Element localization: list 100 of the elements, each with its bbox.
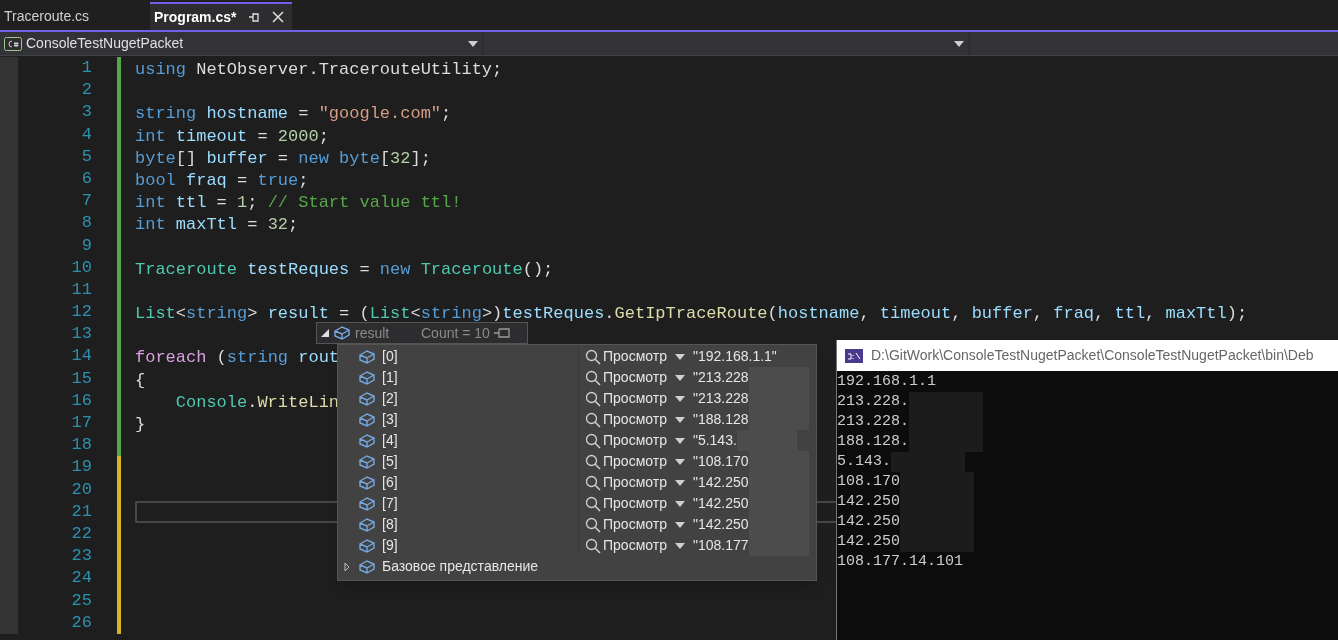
visualizer-link[interactable]: Просмотр: [603, 535, 667, 556]
dropdown-caret-icon: [674, 395, 685, 402]
item-index: [7]: [382, 494, 399, 513]
object-icon: [358, 369, 376, 386]
item-value: "213.228: [692, 389, 749, 408]
visualizer-link[interactable]: Просмотр: [603, 493, 667, 514]
dropdown-caret-icon: [674, 374, 685, 381]
item-index: [6]: [382, 473, 399, 492]
line-number: 18: [70, 434, 92, 457]
object-icon: [358, 537, 376, 554]
console-output-line: 188.128.: [837, 432, 909, 452]
datatip-row[interactable]: [5] Просмотр "108.170: [338, 451, 816, 472]
visualizer-link[interactable]: Просмотр: [603, 514, 667, 535]
datatip-row[interactable]: [8] Просмотр "142.250: [338, 514, 816, 535]
console-output-line: 213.228.: [837, 412, 909, 432]
line-number: 15: [70, 367, 92, 390]
object-icon: [333, 325, 351, 341]
line-number: 24: [70, 567, 92, 590]
item-value: "108.177: [692, 536, 749, 555]
datatip-row[interactable]: [7] Просмотр "142.250: [338, 493, 816, 514]
search-icon: [585, 369, 601, 386]
line-number: 16: [70, 389, 92, 412]
base-view-label: Базовое представление: [382, 557, 539, 576]
line-number: 20: [70, 478, 92, 501]
line-number: 19: [70, 456, 92, 479]
dropdown-caret-icon: [674, 437, 685, 444]
console-output-line: 142.250: [837, 512, 900, 532]
visualizer-link[interactable]: Просмотр: [603, 367, 667, 388]
search-icon: [585, 432, 601, 449]
line-number: 12: [70, 301, 92, 324]
line-number: 10: [70, 256, 92, 279]
datatip-row[interactable]: [3] Просмотр "188.128: [338, 409, 816, 430]
line-number: 25: [70, 589, 92, 612]
code-line: Console.WriteLin: [174, 392, 340, 412]
line-number: 17: [70, 412, 92, 434]
item-value: "188.128: [692, 410, 749, 429]
code-line: string hostname = "google.com";: [135, 104, 452, 124]
code-line: int maxTtl = 32;: [135, 215, 299, 235]
search-icon: [585, 516, 601, 533]
console-title: D:\GitWork\ConsoleTestNugetPacket\ConsoleTestNugetPacket\bin\Deb: [871, 346, 1314, 365]
item-index: [9]: [382, 536, 399, 555]
object-icon: [358, 474, 376, 491]
console-output-line: 142.250: [837, 492, 900, 512]
close-icon[interactable]: [272, 11, 285, 23]
dropdown-caret-icon: [674, 521, 685, 528]
line-number: 8: [80, 212, 92, 235]
code-line: List<string> result = (List<string>)testReques.GetIpTraceRoute(hostname, timeout, buffer, fraq, ttl, maxTtl);: [135, 304, 1248, 324]
datatip-row[interactable]: Базовое представление: [338, 556, 816, 577]
line-number: 6: [80, 167, 92, 190]
visualizer-link[interactable]: Просмотр: [603, 430, 667, 451]
item-value: "5.143.: [692, 431, 737, 450]
item-value: "142.250: [692, 515, 749, 534]
datatip-row[interactable]: [9] Просмотр "108.177: [338, 535, 816, 556]
code-line: Traceroute testReques = new Traceroute();: [135, 259, 554, 279]
object-icon: [358, 432, 376, 449]
visualizer-link[interactable]: Просмотр: [603, 409, 667, 430]
line-number: 26: [70, 611, 92, 634]
line-number: 22: [70, 522, 92, 545]
search-icon: [585, 411, 601, 428]
code-line: int timeout = 2000;: [135, 126, 329, 146]
line-number: 1: [80, 57, 92, 79]
line-number: 13: [70, 323, 92, 346]
object-icon: [358, 495, 376, 512]
visualizer-link[interactable]: Просмотр: [603, 388, 667, 409]
line-number: 14: [70, 345, 92, 368]
datatip-row[interactable]: [4] Просмотр "5.143.: [338, 430, 816, 451]
datatip-row[interactable]: [1] Просмотр "213.228: [338, 367, 816, 388]
variable-name: result: [355, 323, 391, 343]
code-line: }: [135, 415, 146, 434]
object-icon: [358, 558, 376, 575]
line-number: 9: [80, 234, 92, 257]
datatip-row[interactable]: [6] Просмотр "142.250: [338, 472, 816, 493]
pin-icon[interactable]: [493, 328, 510, 338]
object-icon: [358, 453, 376, 470]
line-number: 11: [70, 278, 92, 301]
visualizer-link[interactable]: Просмотр: [603, 346, 667, 367]
search-icon: [585, 390, 601, 407]
project-dropdown[interactable]: ConsoleTestNugetPacket: [0, 32, 482, 55]
collapse-triangle-icon[interactable]: [321, 329, 329, 337]
item-index: [4]: [382, 431, 399, 450]
console-app-icon: [845, 348, 863, 363]
visualizer-link[interactable]: Просмотр: [603, 451, 667, 472]
console-output-line: 108.177.14.101: [837, 552, 964, 572]
dropdown-caret-icon: [674, 479, 685, 486]
dropdown-caret-icon: [674, 542, 685, 549]
code-line: byte[] buffer = new byte[32];: [135, 148, 431, 168]
line-number: 21: [70, 500, 92, 523]
object-icon: [358, 390, 376, 407]
caret-icon: [954, 40, 964, 47]
console-output-line: 142.250: [837, 532, 900, 552]
line-number: 2: [80, 79, 92, 102]
datatip-row[interactable]: [2] Просмотр "213.228: [338, 388, 816, 409]
code-line: foreach (string rout: [135, 348, 340, 368]
datatip-row[interactable]: [0] Просмотр "192.168.1.1": [338, 346, 816, 367]
editor-tab[interactable]: Program.cs*: [150, 2, 293, 30]
code-line: bool fraq = true;: [135, 170, 309, 190]
visualizer-link[interactable]: Просмотр: [603, 472, 667, 493]
search-icon: [585, 348, 601, 365]
item-index: [0]: [382, 347, 399, 366]
item-index: [8]: [382, 515, 399, 534]
